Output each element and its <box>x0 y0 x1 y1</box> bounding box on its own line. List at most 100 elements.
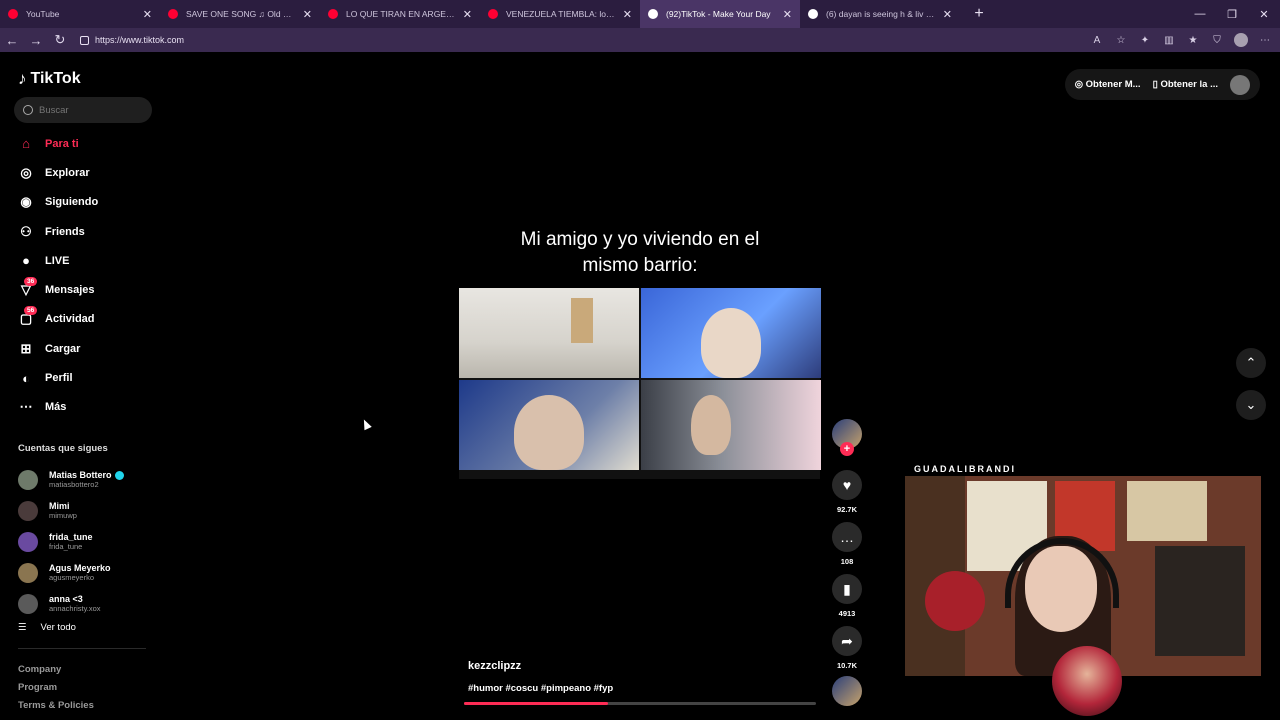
account-name: Mimi <box>49 501 70 511</box>
comment-icon: … <box>832 522 862 552</box>
following-account[interactable]: Agus Meyerko agusmeyerko <box>18 557 148 588</box>
close-tab-icon[interactable]: ✕ <box>143 8 152 21</box>
window-controls: — ❐ ✕ <box>1184 0 1280 28</box>
video-hashtags[interactable]: #humor #coscu #pimpeano #fyp <box>468 683 613 694</box>
previous-video-button[interactable]: ⌃ <box>1236 348 1266 378</box>
tab-favicon-icon <box>488 9 498 19</box>
video-player[interactable] <box>459 288 821 471</box>
video-frame-room <box>459 288 639 378</box>
upload-icon: ⊞ <box>20 340 32 356</box>
avatar <box>18 500 38 521</box>
account-name: Agus Meyerko <box>49 563 111 573</box>
notification-badge: 56 <box>24 306 38 316</box>
tab-title: LO QUE TIRAN EN ARGENTINA EN <box>346 9 457 19</box>
browser-tab[interactable]: LO QUE TIRAN EN ARGENTINA EN ✕ <box>320 0 480 28</box>
browser-tab-bar: YouTube✕SAVE ONE SONG ♫ Old Song vs✕LO Q… <box>0 0 1280 28</box>
reload-button[interactable]: ↻ <box>48 32 72 48</box>
search-input[interactable] <box>39 104 139 116</box>
compass-icon: ◎ <box>20 164 32 180</box>
site-info-icon[interactable] <box>80 35 89 45</box>
avatar <box>18 531 38 552</box>
sidebar-item-label: Mensajes <box>45 284 95 297</box>
url-field[interactable]: https://www.tiktok.com <box>80 35 184 45</box>
split-screen-icon[interactable]: ▥ <box>1162 35 1176 46</box>
mouse-cursor-icon <box>360 417 372 431</box>
sidebar-item-actividad[interactable]: ▢ 56 Actividad <box>16 305 156 334</box>
music-disc-avatar[interactable] <box>832 676 862 706</box>
save-button[interactable]: ▮ 4913 <box>828 574 866 618</box>
sidebar-divider <box>18 648 146 649</box>
account-handle: matiasbottero2 <box>49 480 99 489</box>
video-bottom-strip <box>459 471 820 479</box>
footer-link-program[interactable]: Program <box>18 682 94 700</box>
sidebar-item-cargar[interactable]: ⊞ Cargar <box>16 334 156 363</box>
sidebar-item-perfil[interactable]: ◐ Perfil <box>16 363 156 392</box>
footer-link-company[interactable]: Company <box>18 664 94 682</box>
account-name: frida_tune <box>49 532 93 542</box>
following-account[interactable]: Matias Bottero matiasbottero2 <box>18 464 148 495</box>
forward-button[interactable]: → <box>24 33 48 48</box>
minimize-button[interactable]: — <box>1184 8 1216 20</box>
tab-favicon-icon <box>8 9 18 19</box>
favorite-star-icon[interactable]: ☆ <box>1114 35 1128 46</box>
chevron-down-icon: ⌄ <box>1245 397 1257 412</box>
tab-title: YouTube <box>26 9 60 19</box>
browser-tab[interactable]: SAVE ONE SONG ♫ Old Song vs ✕ <box>160 0 320 28</box>
browser-menu-icon[interactable]: ⋯ <box>1258 35 1272 46</box>
user-avatar[interactable] <box>1230 74 1250 95</box>
browser-profile-avatar[interactable] <box>1234 33 1248 47</box>
favorites-icon[interactable]: ★ <box>1186 35 1200 46</box>
see-all-link[interactable]: ☰ Ver todo <box>18 622 76 633</box>
sidebar-footer: Company Program Terms & Policies <box>18 664 94 718</box>
video-progress-bar[interactable] <box>464 702 816 705</box>
tab-title: (6) dayan is seeing h & liv en X: "h <box>826 9 937 19</box>
browser-tab[interactable]: (6) dayan is seeing h & liv en X: "h ✕ <box>800 0 960 28</box>
following-account[interactable]: frida_tune frida_tune <box>18 526 148 557</box>
share-button[interactable]: ➦ 10.7K <box>828 626 866 670</box>
sidebar-item-friends[interactable]: ⚇ Friends <box>16 217 156 246</box>
streamer-avatar-overlay <box>1052 646 1122 716</box>
home-icon: ⌂ <box>22 136 30 152</box>
close-tab-icon[interactable]: ✕ <box>463 8 472 21</box>
new-tab-button[interactable]: + <box>968 3 990 25</box>
tab-favicon-icon <box>648 9 658 19</box>
browser-tab[interactable]: (92)TikTok - Make Your Day ✕ <box>640 0 800 28</box>
video-author[interactable]: kezzclipzz <box>468 660 521 672</box>
browser-tab[interactable]: VENEZUELA TIEMBLA: los héroes c ✕ <box>480 0 640 28</box>
sidebar-item-live[interactable]: ● LIVE <box>16 246 156 275</box>
following-account[interactable]: anna <3 annachristy.xox <box>18 588 148 619</box>
shield-icon[interactable]: ⛉ <box>1210 35 1224 46</box>
close-tab-icon[interactable]: ✕ <box>943 8 952 21</box>
footer-link-terms[interactable]: Terms & Policies <box>18 700 94 718</box>
sidebar-item-siguiendo[interactable]: ◉ Siguiendo <box>16 188 156 217</box>
get-app-button[interactable]: ▯ Obtener la ... <box>1153 79 1218 90</box>
like-button[interactable]: ♥ 92.7K <box>828 470 866 514</box>
get-coins-button[interactable]: ◎ Obtener M... <box>1075 79 1141 90</box>
sidebar-item-mensajes[interactable]: ▽ 36 Mensajes <box>16 275 156 304</box>
tiktok-logo[interactable]: ♪ TikTok <box>18 69 81 89</box>
translate-icon[interactable]: A <box>1090 35 1104 46</box>
close-tab-icon[interactable]: ✕ <box>623 8 632 21</box>
search-box[interactable] <box>14 97 152 123</box>
friends-icon: ⚇ <box>20 223 32 239</box>
close-tab-icon[interactable]: ✕ <box>783 8 792 21</box>
sidebar-item-explorar[interactable]: ◎ Explorar <box>16 158 156 187</box>
comment-count: 108 <box>840 557 854 566</box>
close-tab-icon[interactable]: ✕ <box>303 8 312 21</box>
share-count: 10.7K <box>836 661 857 670</box>
comment-button[interactable]: … 108 <box>828 522 866 566</box>
restore-button[interactable]: ❐ <box>1216 8 1248 21</box>
follow-plus-button[interactable]: + <box>840 442 854 456</box>
back-button[interactable]: ← <box>0 33 24 48</box>
next-video-button[interactable]: ⌄ <box>1236 390 1266 420</box>
heart-icon: ♥ <box>832 470 862 500</box>
avatar <box>18 593 38 614</box>
sidebar-item-para-ti[interactable]: ⌂ Para ti <box>16 129 156 158</box>
browser-tab[interactable]: YouTube ✕ <box>0 0 160 28</box>
gamer-figure <box>514 395 584 470</box>
following-account[interactable]: Mimi mimuwp <box>18 495 148 526</box>
close-window-button[interactable]: ✕ <box>1248 8 1280 21</box>
activity-icon: ▢ 56 <box>16 306 38 329</box>
sidebar-item-más[interactable]: ⋯ Más <box>16 393 156 422</box>
extensions-icon[interactable]: ✦ <box>1138 35 1152 46</box>
